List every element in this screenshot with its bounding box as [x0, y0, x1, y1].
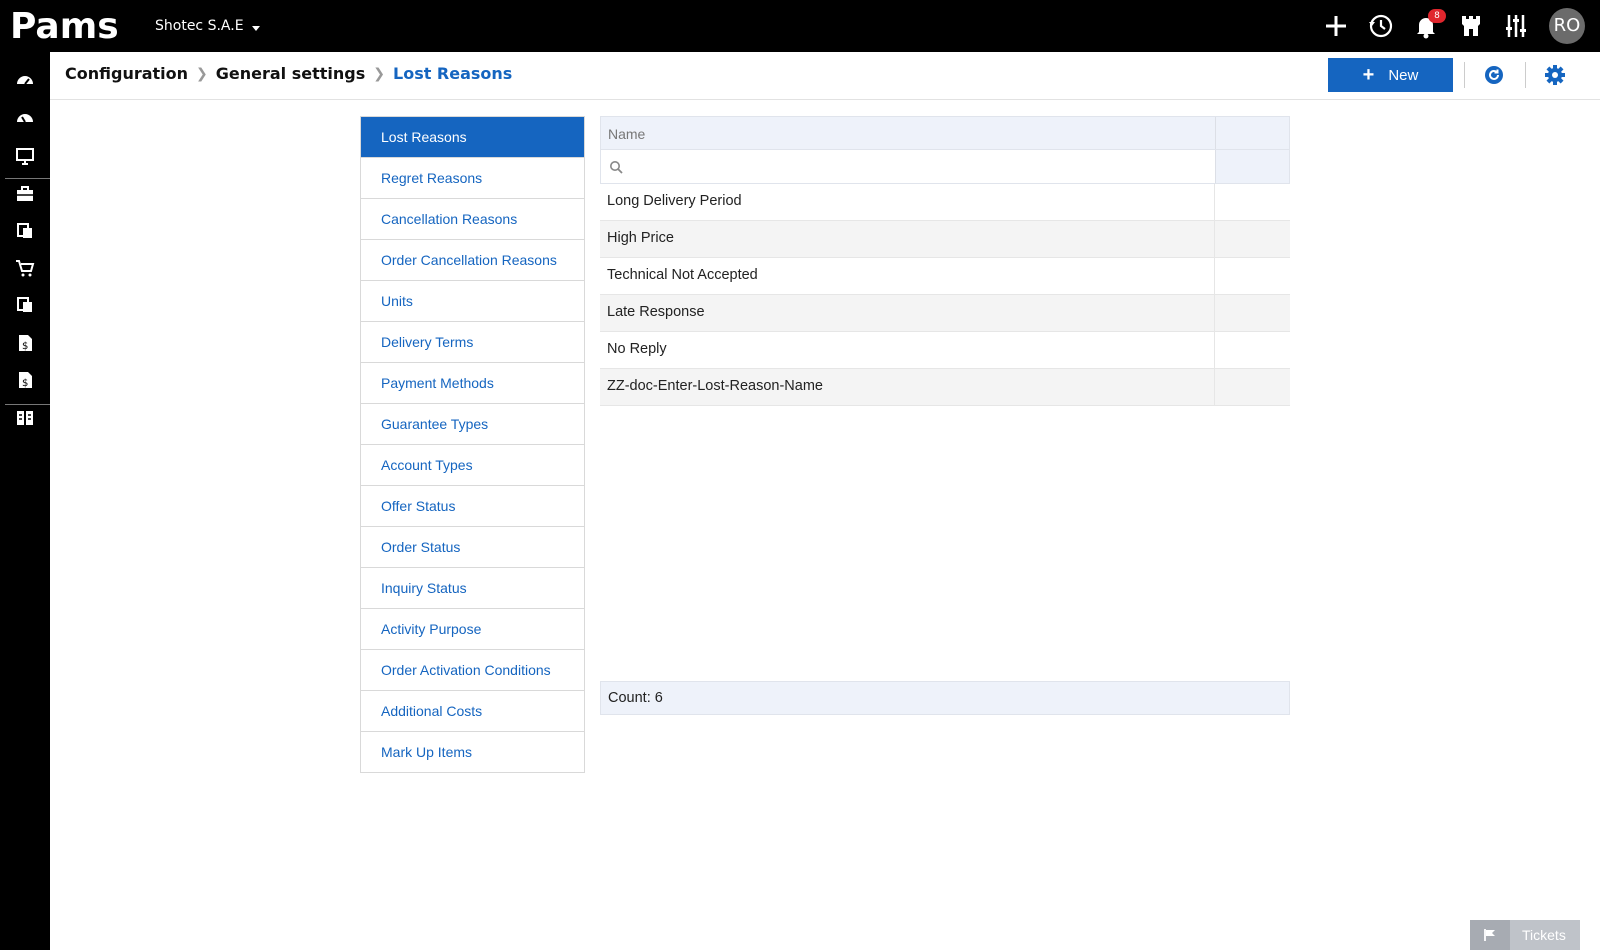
settings-gear-icon[interactable] — [1544, 64, 1566, 86]
tickets-button[interactable]: Tickets — [1470, 920, 1580, 950]
plus-icon[interactable] — [1322, 12, 1350, 40]
name-filter-input[interactable] — [629, 154, 1209, 180]
search-icon — [610, 161, 623, 174]
notification-badge: 8 — [1428, 9, 1446, 23]
chevron-right-icon: ❯ — [196, 65, 208, 82]
history-icon[interactable] — [1367, 12, 1395, 40]
table-row[interactable]: Technical Not Accepted — [600, 258, 1290, 295]
menu-item-order-activation-conditions[interactable]: Order Activation Conditions — [361, 650, 584, 691]
sliders-icon[interactable] — [1502, 12, 1530, 40]
chevron-down-icon — [251, 25, 260, 31]
cell-name: Late Response — [600, 295, 1215, 331]
dashboard-alt-icon[interactable] — [0, 100, 50, 136]
chevron-right-icon: ❯ — [373, 65, 385, 82]
menu-item-regret-reasons[interactable]: Regret Reasons — [361, 158, 584, 199]
column-header-actions — [1216, 117, 1289, 149]
breadcrumb: Configuration ❯ General settings ❯ Lost … — [65, 64, 512, 83]
menu-item-activity-purpose[interactable]: Activity Purpose — [361, 609, 584, 650]
table-row[interactable]: Late Response — [600, 295, 1290, 332]
breadcrumb-configuration[interactable]: Configuration — [65, 64, 188, 83]
cell-actions — [1215, 184, 1290, 220]
reports-icon[interactable] — [0, 400, 50, 436]
refresh-icon[interactable] — [1483, 64, 1505, 86]
breadcrumb-current: Lost Reasons — [393, 64, 513, 83]
invoice-icon[interactable]: $ — [0, 325, 50, 361]
cell-name: ZZ-doc-Enter-Lost-Reason-Name — [600, 369, 1215, 405]
svg-text:Pams: Pams — [10, 6, 119, 46]
documents-icon[interactable] — [0, 213, 50, 249]
cell-actions — [1215, 295, 1290, 331]
cell-actions — [1215, 332, 1290, 368]
filter-cell — [601, 150, 1216, 183]
filter-cell-actions — [1216, 150, 1289, 183]
plus-icon: + — [1362, 64, 1375, 86]
menu-item-inquiry-status[interactable]: Inquiry Status — [361, 568, 584, 609]
menu-item-units[interactable]: Units — [361, 281, 584, 322]
header-divider — [1464, 62, 1465, 88]
menu-item-delivery-terms[interactable]: Delivery Terms — [361, 322, 584, 363]
new-button-label: New — [1388, 66, 1419, 84]
tickets-label: Tickets — [1522, 927, 1566, 943]
menu-item-additional-costs[interactable]: Additional Costs — [361, 691, 584, 732]
flag-icon — [1470, 920, 1510, 950]
menu-item-mark-up-items[interactable]: Mark Up Items — [361, 732, 584, 772]
table-row[interactable]: Long Delivery Period — [600, 184, 1290, 221]
table-row[interactable]: ZZ-doc-Enter-Lost-Reason-Name — [600, 369, 1290, 406]
menu-item-cancellation-reasons[interactable]: Cancellation Reasons — [361, 199, 584, 240]
page-header: Configuration ❯ General settings ❯ Lost … — [50, 52, 1600, 100]
castle-icon[interactable] — [1457, 12, 1485, 40]
cell-name: High Price — [600, 221, 1215, 257]
documents-alt-icon[interactable] — [0, 287, 50, 323]
header-divider — [1525, 62, 1526, 88]
menu-item-lost-reasons[interactable]: Lost Reasons — [361, 117, 584, 158]
company-selector[interactable]: Shotec S.A.E — [155, 18, 260, 34]
svg-text:$: $ — [22, 378, 28, 389]
column-header-name[interactable]: Name — [601, 117, 1216, 149]
company-name: Shotec S.A.E — [155, 18, 244, 34]
dashboard-icon[interactable] — [0, 62, 50, 98]
new-button[interactable]: + New — [1328, 58, 1453, 92]
menu-item-order-cancellation-reasons[interactable]: Order Cancellation Reasons — [361, 240, 584, 281]
svg-text:$: $ — [22, 341, 28, 352]
menu-item-order-status[interactable]: Order Status — [361, 527, 584, 568]
menu-item-payment-methods[interactable]: Payment Methods — [361, 363, 584, 404]
table-row[interactable]: No Reply — [600, 332, 1290, 369]
invoice-alt-icon[interactable]: $ — [0, 362, 50, 398]
settings-menu: Lost Reasons Regret Reasons Cancellation… — [360, 116, 585, 773]
menu-item-account-types[interactable]: Account Types — [361, 445, 584, 486]
grid-footer-count: Count: 6 — [600, 681, 1290, 715]
cell-name: Technical Not Accepted — [600, 258, 1215, 294]
briefcase-icon[interactable] — [0, 176, 50, 212]
grid-filter-row — [600, 150, 1290, 184]
cell-actions — [1215, 258, 1290, 294]
cell-actions — [1215, 221, 1290, 257]
cell-name: No Reply — [600, 332, 1215, 368]
left-nav-rail: $ $ — [0, 52, 50, 950]
menu-item-offer-status[interactable]: Offer Status — [361, 486, 584, 527]
bell-icon[interactable]: 8 — [1412, 9, 1446, 40]
lost-reasons-grid: Name Long Delivery Period High Price Tec… — [600, 116, 1290, 406]
menu-item-guarantee-types[interactable]: Guarantee Types — [361, 404, 584, 445]
breadcrumb-general-settings[interactable]: General settings — [216, 64, 366, 83]
avatar[interactable]: RO — [1549, 8, 1585, 44]
cart-icon[interactable] — [0, 250, 50, 286]
cell-actions — [1215, 369, 1290, 405]
grid-header: Name — [600, 116, 1290, 150]
table-row[interactable]: High Price — [600, 221, 1290, 258]
monitor-icon[interactable] — [0, 138, 50, 174]
top-bar: Pams Shotec S.A.E 8 RO — [0, 0, 1600, 52]
app-logo[interactable]: Pams — [10, 6, 130, 47]
cell-name: Long Delivery Period — [600, 184, 1215, 220]
